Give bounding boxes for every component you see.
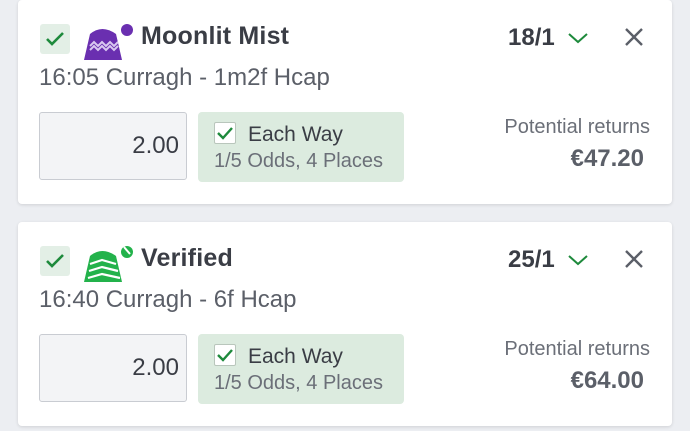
odds-value: 18/1 [508, 24, 555, 51]
each-way-checkbox[interactable] [214, 122, 236, 144]
race-info: 16:40 Curragh - 6f Hcap [39, 286, 297, 313]
odds-selector[interactable]: 18/1 [508, 24, 589, 52]
check-icon [217, 126, 233, 140]
check-icon [46, 254, 64, 268]
each-way-toggle[interactable]: Each Way 1/5 Odds, 4 Places [198, 112, 404, 182]
each-way-label: Each Way [248, 345, 343, 368]
odds-selector[interactable]: 25/1 [508, 246, 589, 274]
chevron-down-icon [568, 33, 588, 44]
bet-card: Verified 25/1 16:40 Curragh - 6f Hcap 2.… [18, 222, 672, 426]
jockey-silk-icon [84, 246, 133, 282]
close-icon[interactable] [623, 26, 645, 48]
close-icon[interactable] [623, 248, 645, 270]
each-way-checkbox[interactable] [214, 344, 236, 366]
each-way-terms: 1/5 Odds, 4 Places [214, 150, 383, 172]
chevron-down-icon [568, 255, 588, 266]
runner-name: Moonlit Mist [141, 22, 290, 50]
select-bet-checkbox[interactable] [40, 24, 70, 54]
potential-returns-value: €64.00 [570, 367, 644, 394]
bet-card: Moonlit Mist 18/1 16:05 Curragh - 1m2f H… [18, 0, 672, 204]
race-info: 16:05 Curragh - 1m2f Hcap [39, 64, 330, 91]
select-bet-checkbox[interactable] [40, 246, 70, 276]
check-icon [46, 32, 64, 46]
stake-input[interactable]: 2.00 [39, 112, 187, 180]
each-way-terms: 1/5 Odds, 4 Places [214, 372, 383, 394]
jockey-silk-icon [84, 24, 133, 60]
potential-returns-label: Potential returns [504, 338, 650, 360]
stake-input[interactable]: 2.00 [39, 334, 187, 402]
potential-returns-value: €47.20 [570, 145, 644, 172]
potential-returns-label: Potential returns [504, 116, 650, 138]
runner-name: Verified [141, 244, 233, 272]
check-icon [217, 348, 233, 362]
each-way-label: Each Way [248, 123, 343, 146]
odds-value: 25/1 [508, 246, 555, 273]
each-way-toggle[interactable]: Each Way 1/5 Odds, 4 Places [198, 334, 404, 404]
